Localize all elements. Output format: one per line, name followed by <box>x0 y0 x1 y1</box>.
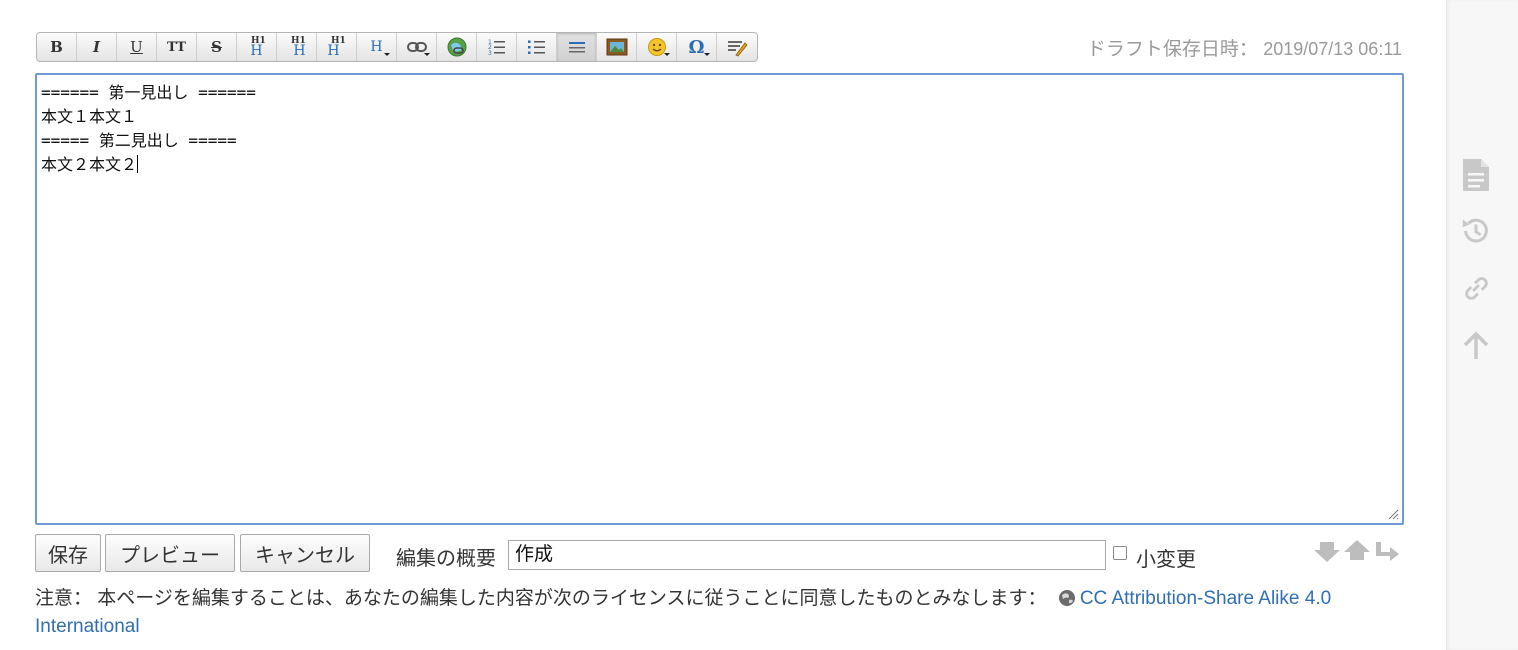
page-tools-rail <box>1446 0 1518 650</box>
cancel-button[interactable]: キャンセル <box>240 534 370 572</box>
backlinks-button[interactable] <box>1459 268 1493 308</box>
smiley-button[interactable] <box>637 33 677 61</box>
heading-same-button[interactable]: H1 H <box>237 33 277 61</box>
smiley-icon <box>647 38 666 56</box>
strikethrough-button[interactable]: S <box>197 33 237 61</box>
license-notice-text: 注意： 本ページを編集することは、あなたの編集した内容が次のライセンスに従うこと… <box>35 588 1047 609</box>
edit-summary-label: 編集の概要 <box>396 548 496 570</box>
svg-text:3: 3 <box>488 50 492 56</box>
horizontal-rule-button[interactable] <box>557 33 597 61</box>
editor-line: 本文２本文２ <box>41 155 138 174</box>
unordered-list-icon <box>527 40 545 54</box>
wrap-toggle-icon[interactable] <box>1372 538 1402 564</box>
image-icon <box>606 38 627 56</box>
heading-higher-button[interactable]: H1 H <box>317 33 357 61</box>
special-chars-button[interactable]: Ω <box>677 33 717 61</box>
heading-same-icon: H1 <box>251 36 266 46</box>
minor-edit-checkbox[interactable] <box>1113 546 1127 560</box>
signature-button[interactable] <box>717 33 757 61</box>
cancel-button-label: キャンセル <box>255 544 355 567</box>
show-page-button[interactable] <box>1459 155 1493 195</box>
heading-higher-icon: H1 <box>331 36 346 46</box>
signature-icon <box>728 41 748 57</box>
editor-toolbar: B I U TT S H1 H H1 H H1 H H 1 2 3 Ω <box>36 32 758 62</box>
monospace-button-label: TT <box>167 39 186 55</box>
internal-link-button[interactable] <box>397 33 437 61</box>
old-revisions-button[interactable] <box>1459 211 1493 251</box>
text-cursor <box>137 155 139 173</box>
resize-grip-icon[interactable] <box>1387 508 1399 520</box>
globe-link-icon <box>447 37 466 57</box>
underline-button-label: U <box>130 38 143 56</box>
history-icon <box>1462 218 1488 243</box>
horizontal-rule-icon <box>568 42 585 53</box>
editor-line: ====== 第一見出し ====== <box>41 83 256 102</box>
monospace-button[interactable]: TT <box>157 33 197 61</box>
back-to-top-icon <box>1463 331 1489 359</box>
editor-size-controls <box>1312 538 1402 564</box>
draft-label: ドラフト保存日時： <box>1086 39 1258 60</box>
preview-button-label: プレビュー <box>120 544 220 567</box>
preview-button[interactable]: プレビュー <box>105 534 235 572</box>
ordered-list-button[interactable]: 1 2 3 <box>477 33 517 61</box>
ordered-list-icon: 1 2 3 <box>488 39 505 56</box>
strikethrough-button-label: S <box>211 38 222 56</box>
media-button[interactable] <box>597 33 637 61</box>
arrow-down-icon[interactable] <box>1312 538 1342 564</box>
edit-summary-value: 作成 <box>515 544 554 565</box>
link-icon <box>1465 277 1488 300</box>
heading-select-label: H <box>370 39 383 55</box>
bold-button[interactable]: B <box>37 33 77 61</box>
minor-edit-label: 小変更 <box>1136 549 1196 571</box>
edit-summary-input[interactable]: 作成 <box>508 540 1106 570</box>
bold-button-label: B <box>50 38 63 56</box>
draft-timestamp: 2019/07/13 06:11 <box>1263 39 1402 59</box>
save-button-label: 保存 <box>48 544 88 567</box>
license-notice: 注意： 本ページを編集することは、あなたの編集した内容が次のライセンスに従うこと… <box>35 585 1405 641</box>
editor-line: ===== 第二見出し ===== <box>41 131 237 150</box>
back-to-top-button[interactable] <box>1459 325 1493 365</box>
heading-lower-icon: H1 <box>291 36 306 46</box>
heading-select-button[interactable]: H <box>357 33 397 61</box>
arrow-up-icon[interactable] <box>1342 538 1372 564</box>
editor-line: 本文１本文１ <box>41 107 138 126</box>
italic-button-label: I <box>92 38 101 56</box>
italic-button[interactable]: I <box>77 33 117 61</box>
page-icon <box>1463 159 1489 191</box>
chain-link-icon <box>406 42 427 52</box>
globe-icon <box>1058 590 1075 606</box>
heading-lower-button[interactable]: H1 H <box>277 33 317 61</box>
underline-button[interactable]: U <box>117 33 157 61</box>
unordered-list-button[interactable] <box>517 33 557 61</box>
save-button[interactable]: 保存 <box>35 534 101 572</box>
draft-saved-info: ドラフト保存日時： 2019/07/13 06:11 <box>1087 34 1402 61</box>
external-link-button[interactable] <box>437 33 477 61</box>
wiki-text-editor[interactable]: ====== 第一見出し ====== 本文１本文１ ===== 第二見出し =… <box>35 73 1404 525</box>
omega-icon: Ω <box>688 36 705 58</box>
